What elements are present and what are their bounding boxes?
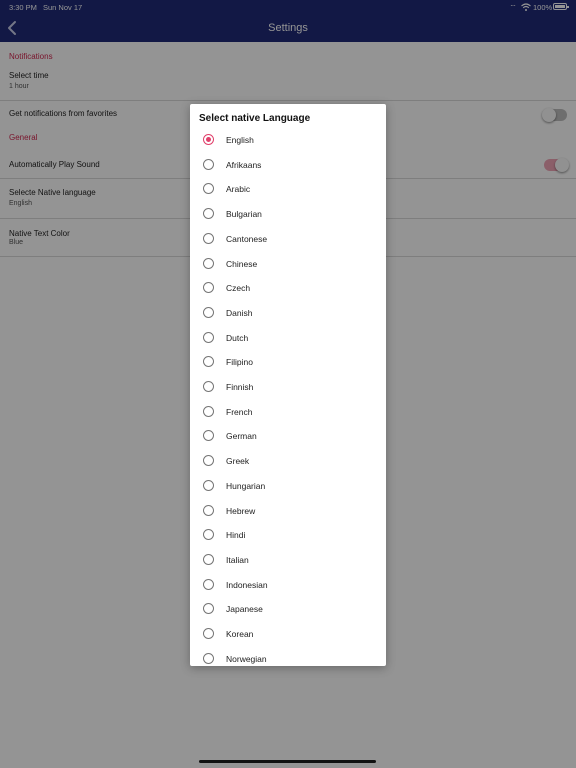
home-indicator [199,760,376,763]
language-option-label: Hungarian [226,480,266,491]
language-option[interactable]: Cantonese [190,227,386,251]
radio-unchecked-icon[interactable] [203,356,214,368]
language-option-label: Japanese [226,604,263,615]
radio-unchecked-icon[interactable] [203,158,214,170]
language-option-label: Norwegian [226,653,267,664]
language-option[interactable]: Hungarian [190,474,386,498]
language-option[interactable]: Greek [190,449,386,473]
radio-unchecked-icon[interactable] [203,479,214,491]
radio-checked-icon[interactable] [203,134,214,145]
language-option-label: Indonesian [226,579,268,590]
language-option-label: Hindi [226,530,246,541]
language-option[interactable]: Indonesian [190,573,386,597]
radio-unchecked-icon[interactable] [203,652,214,664]
radio-unchecked-icon[interactable] [203,257,214,269]
radio-unchecked-icon[interactable] [203,603,214,615]
language-option[interactable]: Italian [190,548,386,572]
language-option-label: Danish [226,307,253,318]
radio-unchecked-icon[interactable] [203,553,214,565]
language-option[interactable]: Finnish [190,375,386,399]
language-option[interactable]: Dutch [190,326,386,350]
radio-unchecked-icon[interactable] [203,208,214,220]
language-option[interactable]: Hindi [190,523,386,547]
language-option[interactable]: Hebrew [190,499,386,523]
radio-unchecked-icon[interactable] [203,306,214,318]
language-option[interactable]: Japanese [190,597,386,621]
language-option[interactable]: Afrikaans [190,153,386,177]
radio-unchecked-icon[interactable] [203,504,214,516]
language-option-label: Korean [226,629,254,639]
language-option-label: Greek [226,456,250,467]
radio-unchecked-icon[interactable] [203,529,214,541]
radio-unchecked-icon[interactable] [203,232,214,244]
radio-unchecked-icon[interactable] [203,455,214,467]
language-option-label: Afrikaans [226,159,262,170]
language-option-label: Dutch [226,332,249,343]
language-option[interactable]: Korean [190,622,386,646]
language-option-label: Italian [226,554,249,565]
language-option-label: Czech [226,283,251,294]
language-option-label: Cantonese [226,233,268,244]
language-option-label: English [226,135,254,145]
radio-unchecked-icon[interactable] [203,331,214,343]
language-option[interactable]: French [190,400,386,424]
language-option-label: German [226,431,257,442]
radio-unchecked-icon[interactable] [203,381,214,392]
radio-unchecked-icon[interactable] [203,628,214,639]
dialog-title: Select native Language [199,113,311,124]
language-option-label: Chinese [226,258,258,269]
language-option-label: Arabic [226,184,251,195]
radio-unchecked-icon[interactable] [203,282,214,294]
language-option[interactable]: Czech [190,276,386,300]
radio-unchecked-icon[interactable] [203,183,214,195]
language-option[interactable]: Arabic [190,177,386,201]
language-option[interactable]: Bulgarian [190,202,386,226]
language-option[interactable]: Filipino [190,350,386,374]
language-option[interactable]: Danish [190,301,386,325]
language-picker-dialog: Select native Language English Afrikaans A… [190,104,386,666]
language-option-label: Filipino [226,357,253,368]
radio-unchecked-icon[interactable] [203,430,214,442]
radio-unchecked-icon[interactable] [203,578,214,590]
language-option-label: Bulgarian [226,209,262,220]
language-option[interactable]: German [190,424,386,448]
language-option-list[interactable]: English Afrikaans Arabic Bulgarian Cantonese… [190,128,386,666]
radio-unchecked-icon[interactable] [203,405,214,417]
language-option[interactable]: English [190,128,386,152]
language-option[interactable]: Chinese [190,252,386,276]
language-option-label: Hebrew [226,505,256,516]
language-option-label: Finnish [226,382,254,392]
language-option-label: French [226,406,253,417]
language-option[interactable]: Norwegian [190,647,386,666]
